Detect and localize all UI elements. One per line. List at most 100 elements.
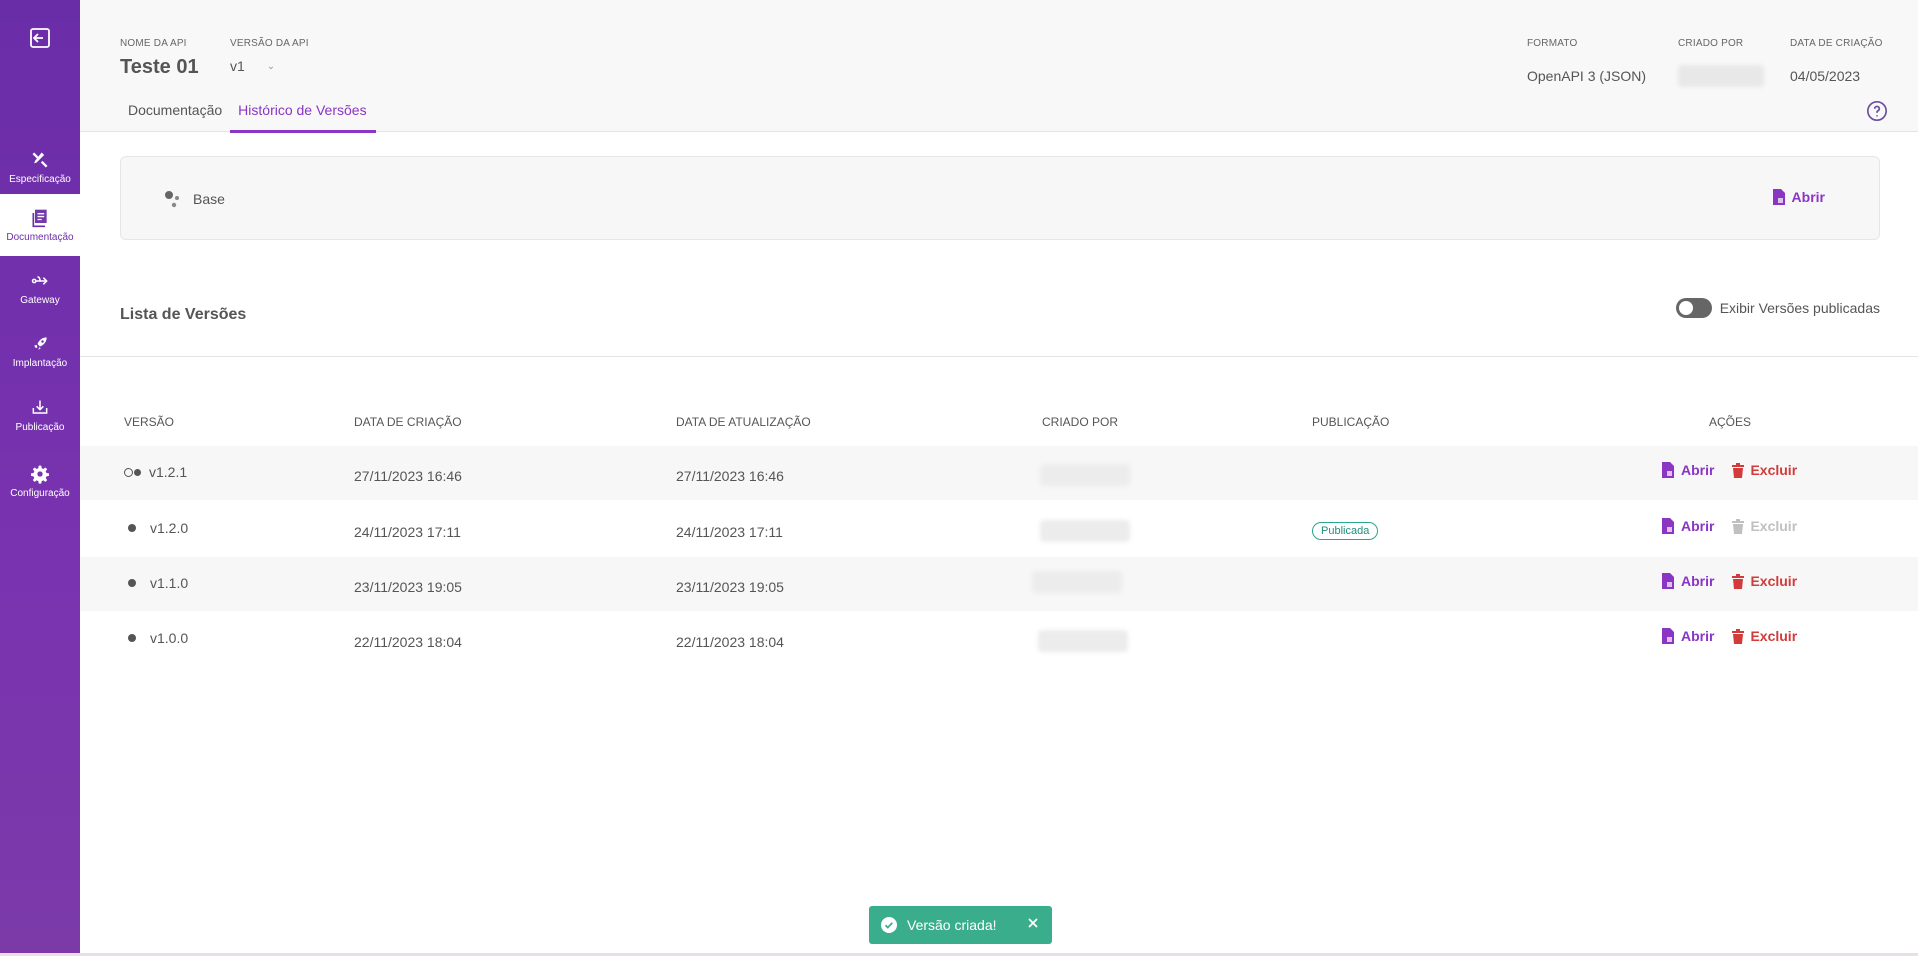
column-header-criado-por: CRIADO POR	[1042, 415, 1119, 429]
created-date-label: DATA DE CRIAÇÃO	[1790, 38, 1883, 49]
toast-message: Versão criada!	[907, 917, 997, 933]
table-row: v1.1.0 23/11/2023 19:05 23/11/2023 19:05…	[80, 557, 1918, 611]
created-by-redacted	[1032, 571, 1122, 593]
api-header: NOME DA API Teste 01 VERSÃO DA API v1 ⌄ …	[80, 0, 1918, 133]
sidebar-item-configuracao[interactable]: Configuração	[0, 450, 80, 512]
delete-button[interactable]: Excluir	[1732, 628, 1797, 644]
delete-button: Excluir	[1732, 518, 1797, 534]
created-by-redacted	[1678, 65, 1764, 87]
created-date-value: 04/05/2023	[1790, 68, 1861, 84]
tools-icon	[32, 152, 48, 167]
published-toggle-wrap: Exibir Versões publicadas	[1675, 298, 1880, 318]
sidebar-item-documentacao[interactable]: Documentação	[0, 194, 80, 256]
updated-date-cell: 23/11/2023 19:05	[676, 579, 784, 595]
row-actions: Abrir Excluir	[1661, 628, 1797, 644]
updated-date-cell: 22/11/2023 18:04	[676, 634, 784, 650]
column-header-versao: VERSÃO	[124, 415, 175, 429]
created-date-cell: 23/11/2023 19:05	[354, 579, 462, 595]
trash-icon	[1732, 628, 1745, 644]
column-header-data-atualizacao: DATA DE ATUALIZAÇÃO	[676, 415, 811, 429]
created-date-cell: 22/11/2023 18:04	[354, 634, 462, 650]
sidebar: Especificação Documentação Gateway Impla…	[0, 0, 80, 956]
tab-documentacao[interactable]: Documentação	[120, 96, 230, 133]
version-dot-icon	[128, 634, 136, 642]
file-open-icon	[1662, 573, 1674, 589]
publish-icon	[32, 400, 48, 414]
updated-date-cell: 27/11/2023 16:46	[676, 468, 784, 484]
version-cell: v1.1.0	[128, 575, 188, 591]
success-toast: Versão criada!	[869, 906, 1052, 944]
chevron-down-icon: ⌄	[266, 60, 276, 72]
current-version-icon	[124, 467, 141, 477]
published-versions-toggle[interactable]	[1675, 298, 1712, 318]
tabs: Documentação Histórico de Versões	[120, 96, 376, 133]
sidebar-item-publicacao[interactable]: Publicação	[0, 384, 80, 446]
open-button[interactable]: Abrir	[1661, 573, 1714, 589]
delete-button[interactable]: Excluir	[1732, 462, 1797, 478]
api-version-select[interactable]: v1 ⌄	[230, 58, 275, 74]
sidebar-item-label: Especificação	[9, 173, 71, 185]
file-open-icon	[1662, 518, 1674, 534]
tab-historico-versoes[interactable]: Histórico de Versões	[230, 96, 376, 133]
base-dots-icon	[165, 191, 179, 208]
sidebar-item-label: Documentação	[6, 231, 74, 243]
version-cell: v1.0.0	[128, 630, 188, 646]
row-actions: Abrir Excluir	[1661, 573, 1797, 589]
column-header-data-criacao: DATA DE CRIAÇÃO	[354, 415, 462, 429]
table-row: v1.2.1 27/11/2023 16:46 27/11/2023 16:46…	[80, 446, 1918, 500]
created-by-redacted	[1038, 630, 1128, 652]
sidebar-item-label: Configuração	[10, 487, 70, 499]
check-circle-icon	[881, 917, 897, 933]
delete-button[interactable]: Excluir	[1732, 573, 1797, 589]
created-date-cell: 24/11/2023 17:11	[354, 524, 461, 540]
trash-icon	[1732, 518, 1745, 534]
sidebar-item-especificacao[interactable]: Especificação	[0, 136, 80, 198]
version-dot-icon	[128, 524, 136, 532]
file-open-icon	[1662, 462, 1674, 478]
version-cell: v1.2.1	[124, 464, 187, 480]
gateway-icon	[31, 275, 48, 285]
file-open-icon	[1662, 628, 1674, 644]
created-by-redacted	[1040, 520, 1130, 542]
api-version-value: v1	[230, 58, 245, 74]
sidebar-item-implantacao[interactable]: Implantação	[0, 320, 80, 382]
gear-icon	[31, 465, 49, 484]
exit-icon[interactable]	[28, 26, 52, 50]
open-button[interactable]: Abrir	[1661, 518, 1714, 534]
divider	[80, 356, 1918, 357]
column-header-publicacao: PUBLICAÇÃO	[1312, 415, 1390, 429]
base-open-button[interactable]: Abrir	[1772, 189, 1825, 205]
rocket-icon	[34, 336, 47, 350]
version-dot-icon	[128, 579, 136, 587]
trash-icon	[1732, 462, 1745, 478]
open-button[interactable]: Abrir	[1661, 628, 1714, 644]
api-version-label: VERSÃO DA API	[230, 38, 309, 49]
published-badge: Publicada	[1312, 522, 1379, 540]
open-button[interactable]: Abrir	[1661, 462, 1714, 478]
base-label: Base	[193, 191, 225, 207]
format-label: FORMATO	[1527, 38, 1578, 49]
base-card: Base Abrir	[120, 156, 1880, 240]
trash-icon	[1732, 573, 1745, 589]
row-actions: Abrir Excluir	[1661, 462, 1797, 478]
sidebar-item-label: Implantação	[12, 357, 68, 369]
created-by-label: CRIADO POR	[1678, 38, 1744, 49]
row-actions: Abrir Excluir	[1661, 518, 1797, 534]
versions-list-title: Lista de Versões	[120, 306, 247, 323]
sidebar-item-label: Gateway	[20, 294, 60, 306]
updated-date-cell: 24/11/2023 17:11	[676, 524, 783, 540]
api-name-label: NOME DA API	[120, 38, 187, 49]
close-icon[interactable]	[1026, 916, 1040, 930]
sidebar-item-gateway[interactable]: Gateway	[0, 257, 80, 319]
table-row: v1.2.0 24/11/2023 17:11 24/11/2023 17:11…	[80, 502, 1918, 556]
table-row: v1.0.0 22/11/2023 18:04 22/11/2023 18:04…	[80, 612, 1918, 666]
created-date-cell: 27/11/2023 16:46	[354, 468, 462, 484]
format-value: OpenAPI 3 (JSON)	[1527, 68, 1647, 84]
book-icon	[32, 209, 47, 227]
help-icon[interactable]	[1866, 100, 1888, 122]
version-cell: v1.2.0	[128, 520, 188, 536]
file-open-icon	[1772, 189, 1785, 205]
api-name: Teste 01	[120, 56, 199, 78]
created-by-redacted	[1040, 464, 1130, 486]
sidebar-item-label: Publicação	[15, 421, 65, 433]
